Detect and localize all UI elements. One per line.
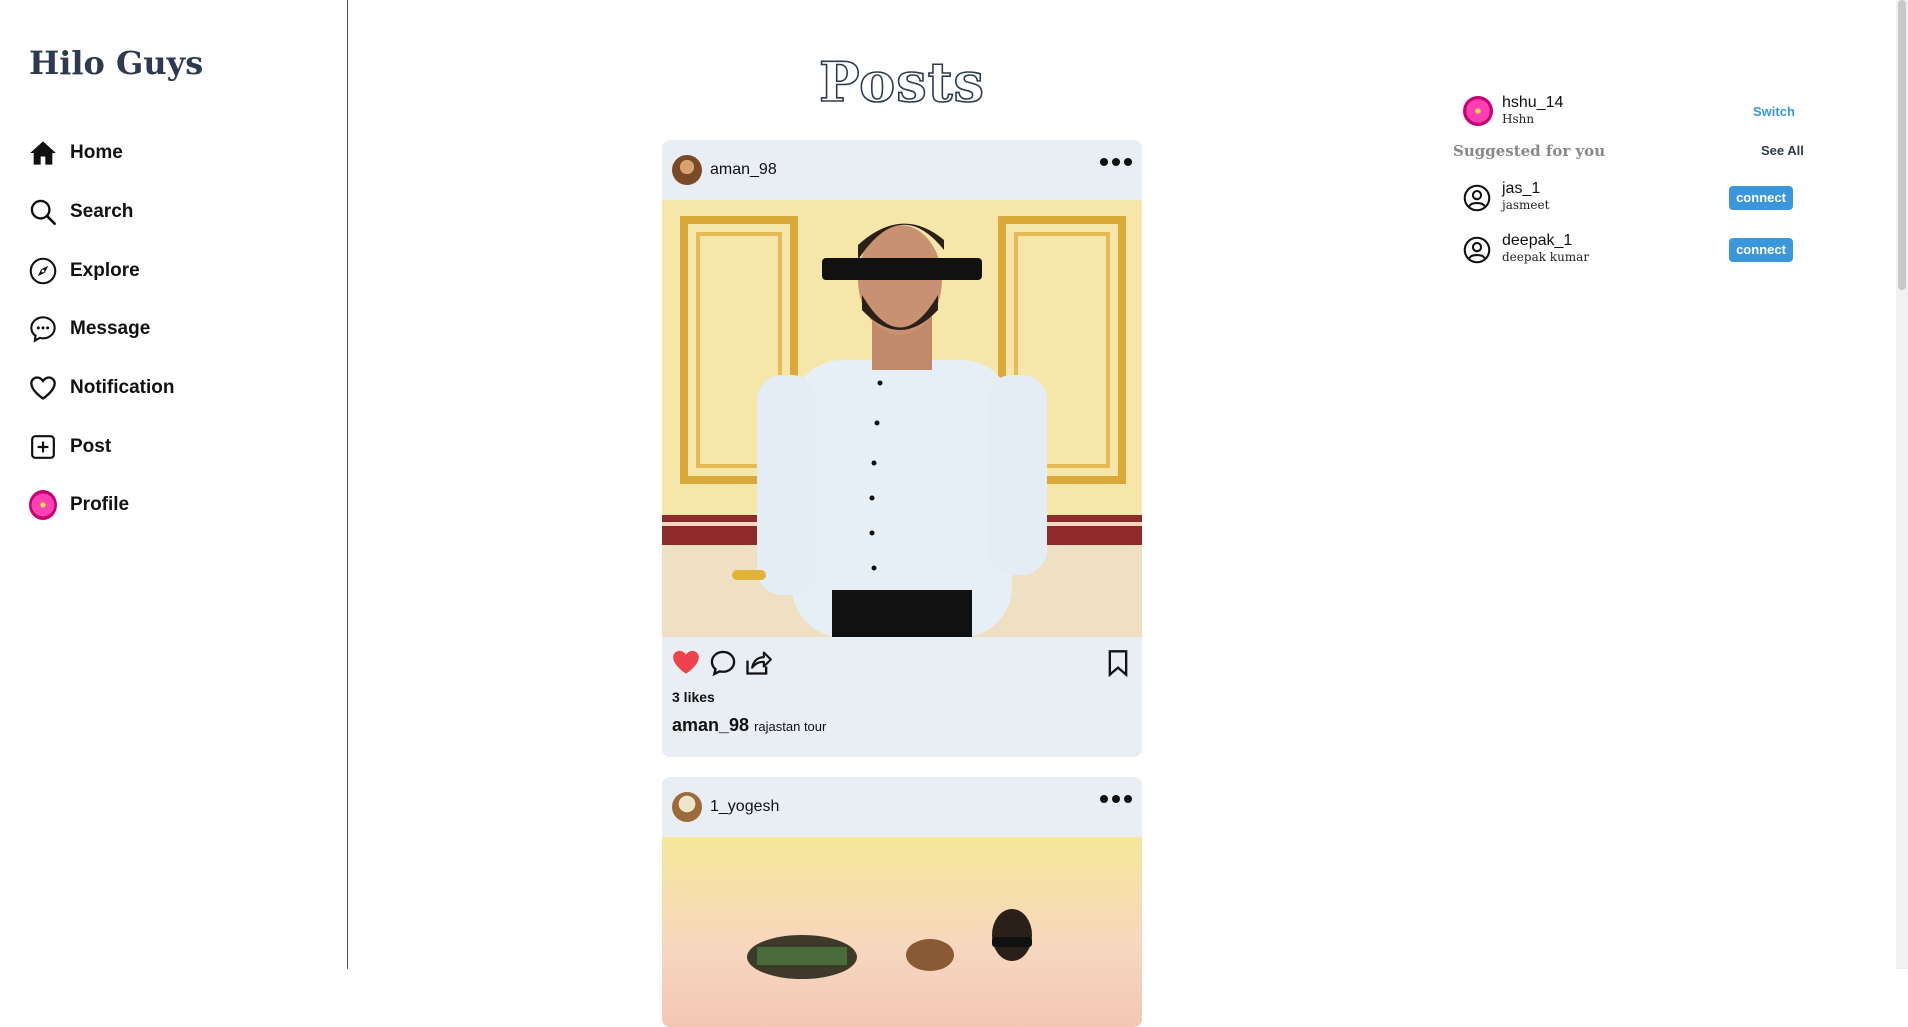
user-circle-icon — [1463, 184, 1491, 217]
sidebar-item-label: Home — [70, 142, 123, 164]
suggestions-header: Suggested for you See All — [1453, 134, 1813, 172]
like-heart-icon[interactable] — [672, 649, 700, 680]
current-user: hshu_14 Hshn Switch — [1453, 90, 1813, 134]
avatar[interactable] — [672, 155, 702, 185]
share-icon[interactable] — [743, 649, 773, 682]
right-panel: hshu_14 Hshn Switch Suggested for you Se… — [1453, 90, 1813, 276]
avatar[interactable] — [1463, 96, 1493, 126]
connect-button[interactable]: connect — [1729, 186, 1793, 210]
comment-icon[interactable] — [709, 649, 737, 682]
post-header: aman_98 — [662, 140, 1142, 200]
compass-icon — [29, 257, 57, 285]
user-circle-icon — [1463, 236, 1491, 269]
post-image — [662, 837, 1142, 1027]
current-username[interactable]: hshu_14 — [1502, 94, 1563, 112]
sidebar: Hilo Guys Home Search Explore Message No… — [0, 0, 348, 969]
post-username[interactable]: 1_yogesh — [710, 798, 779, 816]
avatar[interactable] — [672, 792, 702, 822]
sidebar-item-explore[interactable]: Explore — [29, 241, 175, 300]
suggestion-name: deepak kumar — [1502, 250, 1590, 264]
profile-avatar — [29, 490, 57, 521]
sidebar-item-label: Notification — [70, 377, 175, 399]
post-card: aman_98 3 likes aman_98 rajastan tour — [662, 140, 1142, 757]
brand-logo[interactable]: Hilo Guys — [29, 44, 203, 82]
suggestion-row: jas_1 jasmeet connect — [1453, 172, 1813, 224]
heart-icon — [29, 374, 57, 402]
caption-text: rajastan tour — [754, 719, 827, 734]
post-actions — [662, 637, 1142, 689]
sidebar-item-post[interactable]: Post — [29, 417, 175, 476]
chat-icon — [29, 315, 57, 344]
sidebar-item-label: Search — [70, 201, 134, 223]
page-title: Posts — [818, 49, 985, 115]
post-username[interactable]: aman_98 — [710, 161, 777, 179]
sidebar-item-label: Explore — [70, 259, 140, 281]
post-caption: aman_98 rajastan tour — [662, 705, 1142, 736]
likes-count[interactable]: 3 likes — [662, 689, 1142, 705]
sidebar-item-home[interactable]: Home — [29, 124, 175, 183]
suggestion-name: jasmeet — [1502, 198, 1550, 212]
caption-username[interactable]: aman_98 — [672, 715, 749, 735]
current-name: Hshn — [1502, 112, 1535, 126]
post-image — [662, 200, 1142, 637]
post-card: 1_yogesh — [662, 777, 1142, 1027]
sidebar-item-notification[interactable]: Notification — [29, 359, 175, 418]
sidebar-item-label: Profile — [70, 494, 130, 516]
suggestion-username[interactable]: deepak_1 — [1502, 232, 1589, 250]
post-header: 1_yogesh — [662, 777, 1142, 837]
connect-button[interactable]: connect — [1729, 238, 1793, 262]
see-all-link[interactable]: See All — [1761, 143, 1804, 158]
switch-button[interactable]: Switch — [1753, 104, 1795, 119]
search-icon — [29, 198, 57, 226]
plus-square-icon — [29, 433, 57, 461]
sidebar-item-search[interactable]: Search — [29, 183, 175, 242]
sidebar-item-message[interactable]: Message — [29, 300, 175, 359]
sidebar-item-label: Post — [70, 435, 112, 457]
more-options-icon[interactable] — [1100, 158, 1132, 166]
suggestion-row: deepak_1 deepak kumar connect — [1453, 224, 1813, 276]
more-options-icon[interactable] — [1100, 795, 1132, 803]
suggestion-username[interactable]: jas_1 — [1502, 180, 1549, 198]
suggestions-title: Suggested for you — [1453, 142, 1606, 160]
bookmark-icon[interactable] — [1106, 649, 1130, 682]
sidebar-item-label: Message — [70, 318, 151, 340]
home-icon — [29, 139, 57, 167]
sidebar-item-profile[interactable]: Profile — [29, 476, 175, 535]
page-scrollbar[interactable] — [1896, 0, 1908, 969]
sidebar-nav: Home Search Explore Message Notification — [29, 124, 175, 535]
